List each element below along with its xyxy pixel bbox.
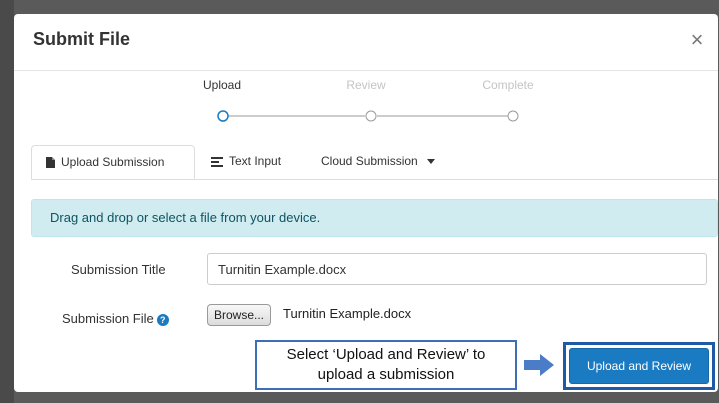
file-icon: [46, 157, 55, 169]
modal-backdrop: [0, 0, 14, 403]
upload-and-review-button[interactable]: Upload and Review: [569, 348, 709, 384]
close-button[interactable]: ×: [686, 27, 708, 53]
step-upload-label: Upload: [202, 78, 242, 92]
tab-label: Upload Submission: [61, 155, 165, 169]
selected-file-name: Turnitin Example.docx: [283, 306, 412, 321]
step-upload-marker: [217, 110, 229, 122]
modal-header: Submit File ×: [14, 14, 718, 71]
upload-stepper: [217, 110, 519, 122]
browse-button[interactable]: Browse...: [207, 304, 272, 326]
modal-title: Submit File: [33, 29, 131, 49]
tab-cloud-submission[interactable]: Cloud Submission: [321, 145, 436, 178]
tab-upload-submission[interactable]: Upload Submission: [31, 145, 195, 179]
instruction-callout: Select ‘Upload and Review’ to upload a s…: [255, 340, 517, 390]
step-complete-label: Complete: [482, 78, 534, 92]
callout-line-1: Select ‘Upload and Review’ to: [286, 346, 486, 363]
submission-tabs: Upload Submission Text Input Cloud Submi…: [31, 145, 718, 180]
alert-text: Drag and drop or select a file from your…: [50, 210, 321, 225]
drop-zone-alert[interactable]: Drag and drop or select a file from your…: [31, 199, 718, 237]
submission-file-label: Submission File?: [62, 311, 169, 326]
submission-title-label: Submission Title: [71, 262, 166, 277]
step-complete-marker: [507, 110, 519, 122]
caret-down-icon: [427, 159, 436, 165]
submission-title-input[interactable]: [207, 253, 707, 285]
right-arrow-icon: [524, 354, 554, 376]
submit-file-modal: Submit File × Upload Review Complete Upl…: [14, 14, 718, 392]
callout-line-2: upload a submission: [317, 366, 455, 383]
help-icon[interactable]: ?: [156, 313, 169, 326]
tab-label: Cloud Submission: [321, 154, 418, 168]
step-review-label: Review: [346, 78, 386, 92]
tab-text-input[interactable]: Text Input: [211, 145, 281, 178]
submission-file-label-text: Submission File: [62, 311, 154, 326]
tab-label: Text Input: [229, 154, 282, 168]
step-review-marker: [365, 110, 377, 122]
text-lines-icon: [211, 156, 223, 167]
